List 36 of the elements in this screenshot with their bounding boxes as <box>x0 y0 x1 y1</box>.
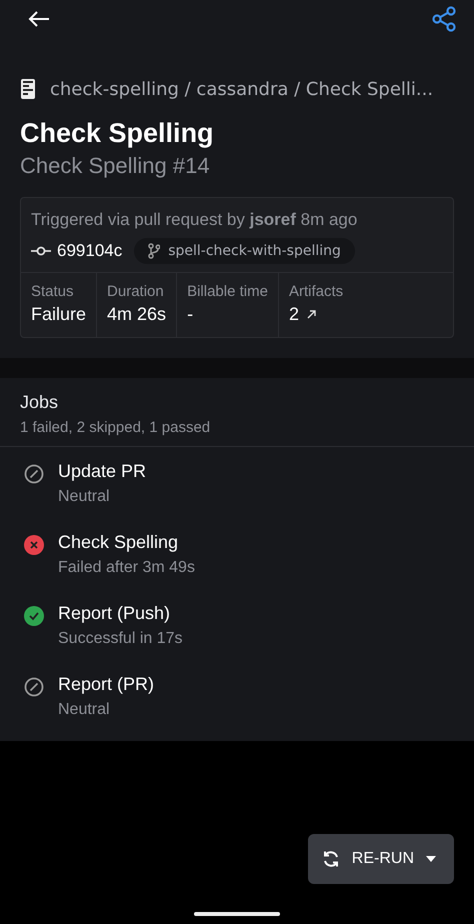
job-status: Neutral <box>58 488 111 506</box>
back-icon[interactable] <box>28 10 50 28</box>
breadcrumb[interactable]: check-spelling / cassandra / Check Spelli... <box>50 78 434 100</box>
section-title: Jobs <box>20 392 60 413</box>
job-name[interactable]: Update PR <box>58 461 146 482</box>
failure-icon <box>24 535 44 555</box>
branch-chip[interactable]: spell-check-with-spelling <box>134 238 355 264</box>
share-icon[interactable] <box>432 6 456 32</box>
stat-label: Billable time <box>187 283 268 300</box>
caret-icon[interactable] <box>426 856 436 862</box>
stat-label: Artifacts <box>288 283 344 300</box>
skipped-icon <box>24 464 44 484</box>
success-icon <box>24 606 44 626</box>
job-status: Successful in 17s <box>58 630 183 648</box>
commit-icon <box>31 246 51 256</box>
job-status: Failed after 3m 49s <box>58 559 195 577</box>
rerun-button[interactable]: RE-RUN <box>308 834 454 884</box>
stat-value: - <box>187 304 194 325</box>
job-name[interactable]: Check Spelling <box>58 532 195 553</box>
branch-icon <box>148 243 160 259</box>
external-link-icon <box>306 310 316 319</box>
commit-sha[interactable]: 699104c <box>57 241 122 261</box>
stat-label: Status <box>31 283 75 300</box>
job-name[interactable]: Report (PR) <box>58 674 154 695</box>
skipped-icon <box>24 677 44 697</box>
job-status: Neutral <box>58 701 111 719</box>
trigger-text: Triggered via pull request by jsoref 8m ago <box>31 210 358 230</box>
stat-value: 4m 26s <box>107 304 166 325</box>
refresh-icon <box>322 850 340 868</box>
workflow-title: Check Spelling <box>20 118 215 149</box>
stat-value: Failure <box>31 304 86 325</box>
stat-label: Duration <box>107 283 165 300</box>
run-title: Check Spelling #14 <box>20 153 211 179</box>
job-name[interactable]: Report (Push) <box>58 603 183 624</box>
stat-value[interactable]: 2 <box>288 304 299 325</box>
jobs-summary: 1 failed, 2 skipped, 1 passed <box>20 419 212 436</box>
